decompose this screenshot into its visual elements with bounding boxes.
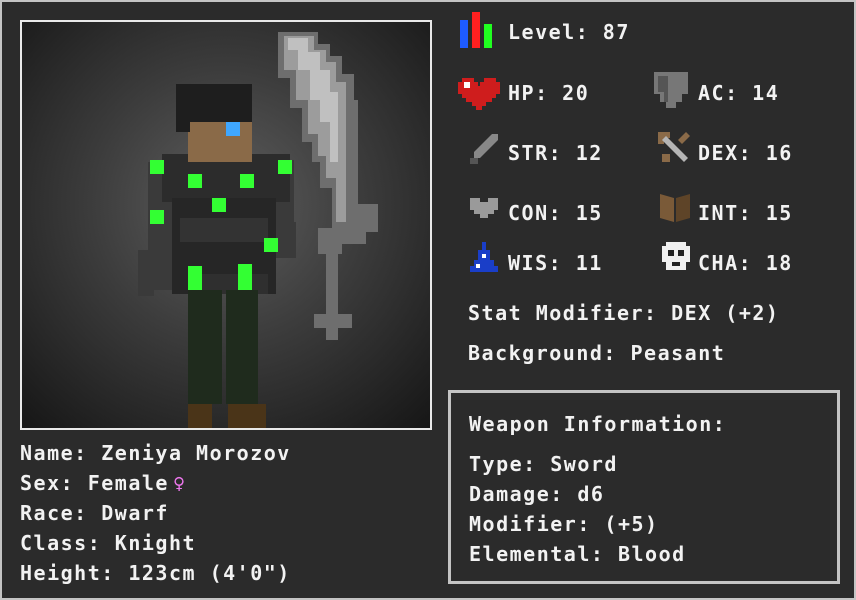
character-name: Name: Zeniya Morozov [20,441,291,465]
shield-icon [654,72,688,108]
str-stat: STR: 12 [508,141,603,165]
stat-modifier: Stat Modifier: DEX (+2) [468,301,780,325]
character-race: Race: Dwarf [20,501,169,525]
dex-stat: DEX: 16 [698,141,793,165]
knight-sprite [138,32,378,428]
level-value: 87 [602,20,630,44]
armor-sprite [138,154,296,428]
wizard-hat-icon [470,242,498,272]
con-stat: CON: 15 [508,201,603,225]
character-height: Height: 123cm (4'0") [20,561,291,585]
heart-icon [458,78,500,110]
background-text: Background: Peasant [468,341,726,365]
character-portrait [20,20,432,430]
weapon-title: Weapon Information: [469,412,727,436]
weapon-modifier: Modifier: (+5) [469,512,659,536]
bow-icon [658,132,690,162]
character-sex: Sex: Female ♀ [20,471,187,495]
weapon-damage: Damage: d6 [469,482,605,506]
weapon-type: Type: Sword [469,452,618,476]
weapon-elemental: Elemental: Blood [469,542,686,566]
hp-stat: HP: 20 [508,81,590,105]
int-stat: INT: 15 [698,201,793,225]
character-card: Level: 87 HP: 20 AC: 14 STR: 12 DEX: 16 … [0,0,856,600]
level-text: Level: 87 [508,20,630,44]
head-sprite [176,84,252,162]
cha-stat: CHA: 18 [698,251,793,275]
ac-stat: AC: 14 [698,81,780,105]
character-class: Class: Knight [20,531,197,555]
level-bars-icon [460,12,492,48]
wis-stat: WIS: 11 [508,251,603,275]
skull-mask-icon [662,242,690,270]
weapon-info-panel: Weapon Information: Type: Sword Damage: … [448,390,840,584]
sword-icon [470,134,498,164]
female-icon: ♀ [172,471,187,495]
book-icon [660,194,690,222]
grey-heart-icon [470,198,498,218]
